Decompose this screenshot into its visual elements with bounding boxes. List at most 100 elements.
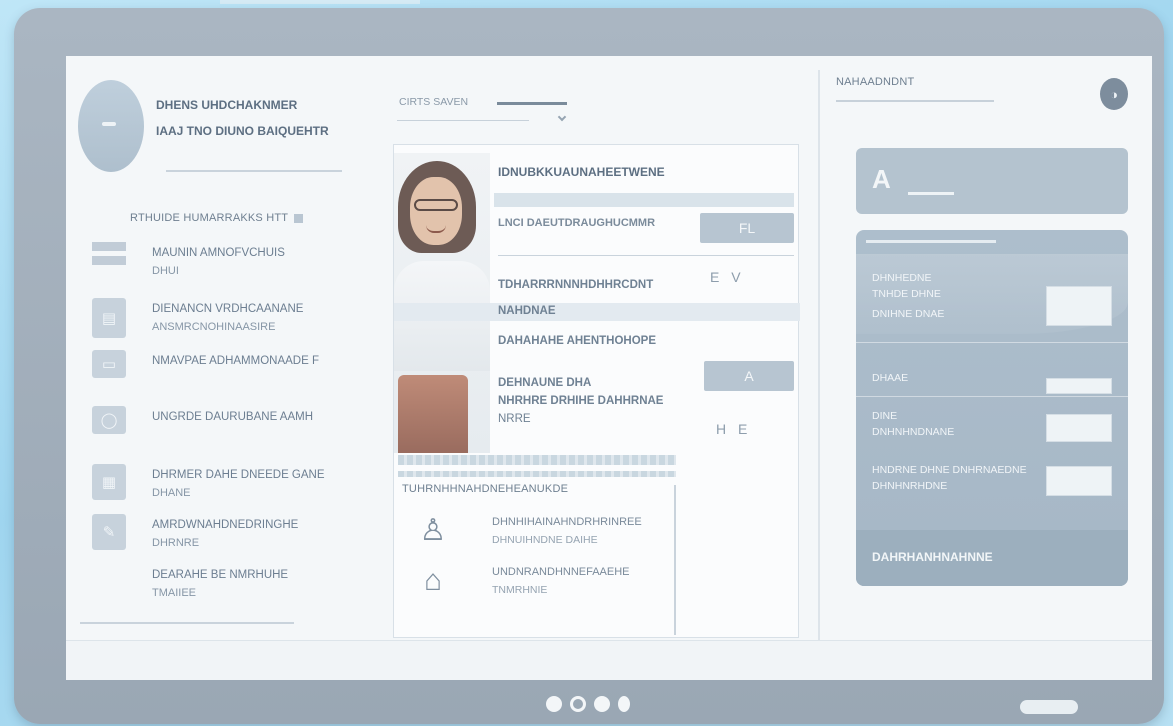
calendar-icon: ▦ [92,464,126,500]
nav-item-sub: DHANE [152,487,191,499]
section-title: RTHUIDE HUMARRAKKS HTT [130,212,304,224]
list-divider [398,455,676,465]
section-title-text: RTHUIDE HUMARRAKKS HTT [130,212,289,224]
summary-glyph: A [872,164,893,194]
screen: DHENS UHDCHAKNMER IAAJ TNO DIUNO BAIQUEH… [66,56,1152,680]
nav-item-5[interactable]: ▦ DHRMER DAHE DNEEDE GANE DHANE [92,464,372,502]
search-field[interactable]: CIRTS SAVEN [397,86,567,122]
nav-item-sub: DHUI [152,265,179,277]
avatar-mark-icon [102,122,116,126]
panel-divider [856,342,1128,343]
summary-underline [908,192,954,195]
form-row-1-l2: TNHDE DHNE [872,288,941,300]
form-row-4-l2: DNHNHNDNANE [872,426,955,438]
nav-item-3-text: NMAVPAE ADHAMMONAADE F [152,350,319,370]
screen-status-bar [66,640,1152,680]
profile-card: IDNUBKKUAUNAHEETWENE LNCI DAEUTDRAUGHUCM… [393,144,800,638]
pager-dots[interactable] [546,696,630,712]
list-item-title: DHNHIHAINAHNDRHRINREE [492,516,642,528]
search-label: CIRTS SAVEN [399,96,469,108]
card-line-4: DAHAHAHE AHENTHOHOPE [498,335,657,347]
list-header: TUHRNHHNAHDNEHEANUKDE [402,483,569,495]
person-outline-icon: ⌂ [423,564,443,597]
meta-glyphs-2: H E [716,421,752,437]
profile-subtitle: IAAJ TNO DIUNO BAIQUEHTR [156,124,329,138]
form-row-5-l1: HNDRNE DHNE DNHRNAEDNE [872,464,1027,476]
list-icon [92,242,126,270]
avatar[interactable] [78,80,144,172]
nav-item-5-text: DHRMER DAHE DNEEDE GANE DHANE [152,464,325,502]
form-input-2[interactable] [1046,378,1112,394]
left-sidebar: DHENS UHDCHAKNMER IAAJ TNO DIUNO BAIQUEH… [66,56,388,680]
search-value-bar [497,102,567,105]
list-item-title: UNDNRANDHNNEFAAEHE [492,566,630,578]
nav-item-7[interactable]: DEARAHE BE NMRHUHE TMAIIEE [152,564,432,602]
document-icon: ▤ [92,298,126,338]
nav-item-6-text: AMRDWNAHDNEDRINGHE DHRNRE [152,514,298,552]
edit-icon: ✎ [92,514,126,550]
card-line-6: NHRHRE DRHIHE DAHHRNAE [498,395,664,407]
card-line-2: TDHARRRNNNHDHHRCDNT [498,279,654,291]
form-row-4-l1: DINE [872,410,898,422]
profile-name: DHENS UHDCHAKNMER [156,98,298,112]
profile-divider [166,170,342,172]
form-row-5-l2: DHNHNRHDNE [872,480,948,492]
form-row-label: DNIHNE DNAE [872,306,944,322]
form-row-label: HNDRNE DHNE DNHRNAEDNE DHNHNRHDNE [872,462,1027,494]
search-underline [397,120,529,121]
nav-item-label: NMAVPAE ADHAMMONAADE F [152,355,319,367]
chat-icon: ◯ [92,406,126,434]
nav-item-4-text: UNGRDE DAURUBANE AAMH [152,406,313,426]
page-dot-active[interactable] [570,696,586,712]
nav-item-3[interactable]: ▭ NMAVPAE ADHAMMONAADE F [92,350,372,378]
nav-item-sub: ANSMRCNOHINAASIRE [152,321,276,333]
card-line-3: NAHDNAE [498,305,556,317]
form-input-1[interactable] [1046,286,1112,326]
nav-item-label: AMRDWNAHDNEDRINGHE [152,519,299,531]
list-item-subtitle: DHNUIHNDNE DAIHE [492,534,598,546]
page-dot[interactable] [594,696,610,712]
user-icon[interactable]: ◑ [1100,78,1128,110]
form-row-label: DHNHEDNE TNHDE DHNE [872,270,941,302]
nav-item-label: DHRMER DAHE DNEEDE GANE [152,469,325,481]
nav-item-7-text: DEARAHE BE NMRHUHE TMAIIEE [152,564,288,602]
form-input-3[interactable] [1046,414,1112,442]
nav-item-label: DEARAHE BE NMRHUHE [152,569,289,581]
form-row-3-l1: DHAAE [872,372,909,384]
card-line-5: DEHNAUNE DHA [498,377,592,389]
page-dot[interactable] [618,696,630,712]
nav-item-label: MAUNIN AMNOFVCHUIS [152,247,285,259]
meta-glyphs-1: E V [710,269,745,285]
home-button[interactable] [1020,700,1078,714]
nav-item-label: UNGRDE DAURUBANE AAMH [152,411,314,423]
form-row-1-l1: DHNHEDNE [872,272,932,284]
section-toggle-icon[interactable] [294,213,304,223]
person-icon: ♙ [419,514,447,547]
nav-item-2-text: DIENANCN VRDHCAANANE ANSMRCNOHINAASIRE [152,298,303,336]
list-item[interactable]: ♙ DHNHIHAINAHNDRHRINREE DHNUIHNDNE DAIHE [418,513,642,549]
action-pill-2[interactable]: A [704,361,794,391]
action-pill-1[interactable]: FL [700,213,794,243]
form-input-4[interactable] [1046,466,1112,496]
page-dot[interactable] [546,696,562,712]
card-divider [498,255,794,256]
panel-footer-button[interactable]: DAHRHANHNAHNNE [856,530,1128,586]
chevron-down-icon[interactable] [557,112,567,122]
nav-item-6[interactable]: ✎ AMRDWNAHDNEDRINGHE DHRNRE [92,514,372,552]
list-item[interactable]: ⌂ UNDNRANDHNNEFAAEHE TNMRHNIE [418,563,630,599]
card-line-1: LNCI DAEUTDRAUGHUCMMR [498,217,656,229]
list-item-text: DHNHIHAINAHNDRHRINREE DHNUIHNDNE DAIHE [492,513,642,549]
right-panel: NAHAADNDNT ◑ A DHNHEDNE TNHDE DHNE DNIHN… [818,56,1152,680]
nav-item-2[interactable]: ▤ DIENANCN VRDHCAANANE ANSMRCNOHINAASIRE [92,298,372,338]
main-content: CIRTS SAVEN IDNUBKKUAUNAHEETWENE LNCI DA… [391,56,811,680]
monitor-icon: ▭ [92,350,126,378]
nav-item-1[interactable]: MAUNIN AMNOFVCHUIS DHUI [92,242,372,280]
summary-card[interactable]: A [856,148,1128,214]
form-row-2-l1: DNIHNE DNAE [872,308,945,320]
nav-item-4[interactable]: ◯ UNGRDE DAURUBANE AAMH [92,406,372,434]
list-item-subtitle: TNMRHNIE [492,584,548,596]
list-vertical-rule [674,485,676,635]
nav-item-sub: DHRNRE [152,537,200,549]
list-divider-2 [398,471,676,477]
card-title: IDNUBKKUAUNAHEETWENE [498,165,665,179]
